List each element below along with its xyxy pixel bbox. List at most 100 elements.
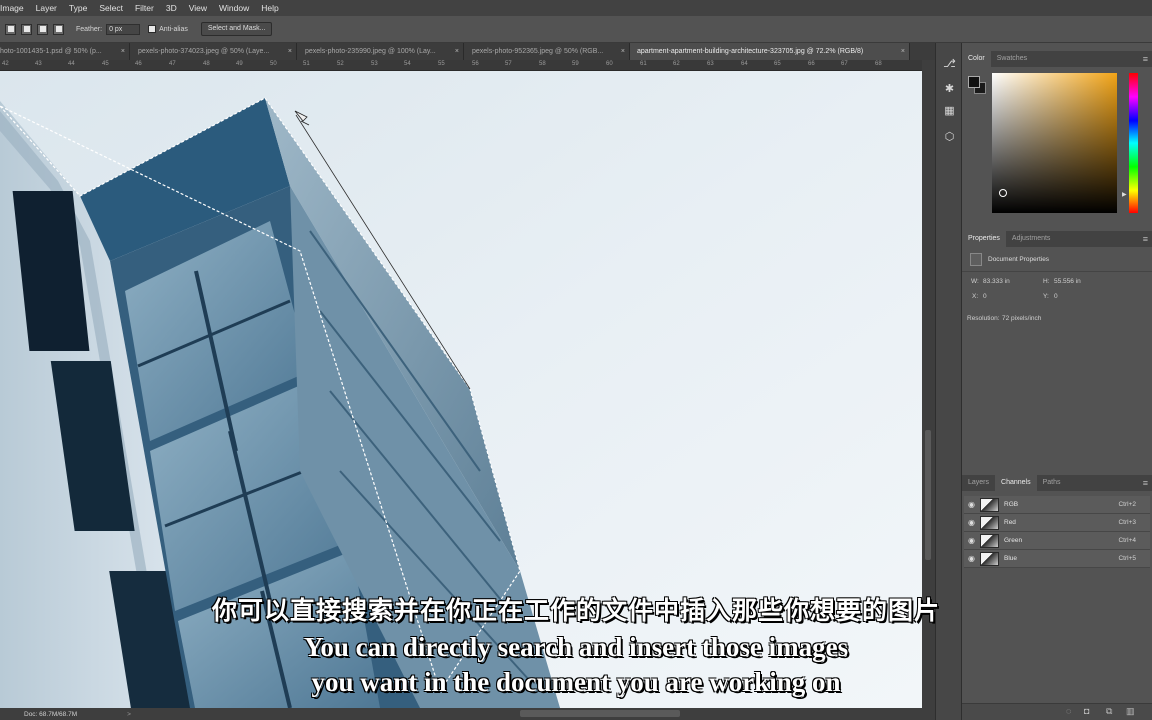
properties-icon[interactable]: ✱: [943, 83, 956, 96]
add-to-selection-icon[interactable]: [21, 23, 32, 35]
eye-icon[interactable]: ◉: [968, 500, 975, 509]
close-icon[interactable]: ×: [455, 43, 459, 60]
tab-channels[interactable]: Channels: [995, 475, 1037, 491]
tab-swatches[interactable]: Swatches: [991, 51, 1033, 67]
panel-menu-icon[interactable]: ≡: [1143, 54, 1148, 64]
tab-document-active[interactable]: apartment-apartment-building-architectur…: [630, 43, 910, 60]
menu-bar: Image Layer Type Select Filter 3D View W…: [0, 0, 1152, 16]
ruler-tick-label: 58: [539, 61, 546, 67]
resolution-value[interactable]: 72 pixels/inch: [1002, 315, 1041, 322]
height-value[interactable]: 55.556 in: [1054, 278, 1081, 285]
ruler-tick-label: 59: [572, 61, 579, 67]
tab-document-1[interactable]: hoto-1001435-1.psd @ 50% (p... ×: [0, 43, 130, 60]
load-selection-icon[interactable]: ◌: [1066, 707, 1075, 716]
color-picker-field[interactable]: [992, 73, 1117, 213]
menu-view[interactable]: View: [189, 3, 207, 13]
menu-window[interactable]: Window: [219, 3, 249, 13]
width-label: W:: [971, 278, 979, 285]
anti-alias-checkbox[interactable]: [148, 25, 157, 33]
tab-paths[interactable]: Paths: [1037, 475, 1067, 491]
history-icon[interactable]: ⎇: [943, 58, 956, 71]
channel-shortcut: Ctrl+2: [1118, 501, 1136, 508]
ruler-tick-label: 61: [640, 61, 647, 67]
doc-size-text: Doc: 68.7M/68.7M: [24, 710, 78, 718]
tab-document-4[interactable]: pexels-photo-952365.jpeg @ 50% (RGB... ×: [464, 43, 630, 60]
tab-document-2[interactable]: pexels-photo-374023.jpeg @ 50% (Laye... ×: [130, 43, 297, 60]
trash-icon[interactable]: ▥: [1126, 707, 1135, 716]
menu-filter[interactable]: Filter: [135, 3, 154, 13]
channels-list: ◉ RGB Ctrl+2 ◉ Red Ctrl+3 ◉ Green Ctrl+4 ◉ Blue…: [964, 496, 1150, 568]
panel-menu-icon[interactable]: ≡: [1143, 478, 1148, 488]
vertical-scrollbar[interactable]: [922, 60, 935, 708]
tab-label: pexels-photo-952365.jpeg @ 50% (RGB...: [472, 48, 604, 55]
scroll-thumb[interactable]: [925, 430, 931, 560]
channel-row-rgb[interactable]: ◉ RGB Ctrl+2: [964, 496, 1150, 514]
foreground-color-swatch[interactable]: [968, 76, 980, 88]
options-bar: Feather: 0 px Anti-alias Select and Mask…: [0, 16, 1152, 43]
hue-slider[interactable]: [1129, 73, 1138, 213]
intersect-selection-icon[interactable]: [53, 23, 64, 35]
ruler-tick-label: 48: [203, 61, 210, 67]
ruler-tick-label: 44: [68, 61, 75, 67]
color-cursor[interactable]: [999, 189, 1007, 197]
menu-layer[interactable]: Layer: [36, 3, 57, 13]
ruler-tick-label: 51: [303, 61, 310, 67]
tab-color[interactable]: Color: [962, 51, 991, 67]
ruler-tick-label: 49: [236, 61, 243, 67]
menu-select[interactable]: Select: [99, 3, 123, 13]
ruler-tick-label: 46: [135, 61, 142, 67]
ruler-tick-label: 62: [673, 61, 680, 67]
anti-alias-label: Anti-alias: [159, 25, 188, 33]
ruler-tick-label: 68: [875, 61, 882, 67]
tab-label: pexels-photo-374023.jpeg @ 50% (Laye...: [138, 48, 270, 55]
new-selection-icon[interactable]: [5, 23, 16, 35]
right-panels: Color Swatches ≡ ▶ Properties Adjustment…: [962, 43, 1152, 720]
subtract-from-selection-icon[interactable]: [37, 23, 48, 35]
menu-image[interactable]: Image: [0, 3, 24, 13]
close-icon[interactable]: ×: [901, 43, 905, 60]
menu-3d[interactable]: 3D: [166, 3, 177, 13]
feather-input[interactable]: 0 px: [106, 23, 141, 35]
close-icon[interactable]: ×: [621, 43, 625, 60]
panel-menu-icon[interactable]: ≡: [1143, 234, 1148, 244]
ruler-tick-label: 53: [371, 61, 378, 67]
document-canvas[interactable]: [0, 71, 922, 708]
channel-name: Red: [1004, 519, 1016, 526]
ruler-tick-label: 43: [35, 61, 42, 67]
channel-shortcut: Ctrl+5: [1118, 555, 1136, 562]
menu-type[interactable]: Type: [69, 3, 87, 13]
color-panel-header: Color Swatches ≡: [962, 51, 1152, 67]
eye-icon[interactable]: ◉: [968, 536, 975, 545]
tab-label: pexels-photo-235990.jpeg @ 100% (Lay...: [305, 48, 436, 55]
width-value[interactable]: 83.333 in: [983, 278, 1010, 285]
y-value[interactable]: 0: [1054, 293, 1058, 300]
channel-row-green[interactable]: ◉ Green Ctrl+4: [964, 532, 1150, 550]
x-value[interactable]: 0: [983, 293, 987, 300]
eye-icon[interactable]: ◉: [968, 518, 975, 527]
ruler-tick-label: 57: [505, 61, 512, 67]
3d-cube-icon[interactable]: ⬡: [943, 131, 956, 144]
channel-shortcut: Ctrl+3: [1118, 519, 1136, 526]
channel-row-blue[interactable]: ◉ Blue Ctrl+5: [964, 550, 1150, 568]
close-icon[interactable]: ×: [121, 43, 125, 60]
save-selection-icon[interactable]: ◘: [1084, 707, 1093, 716]
tab-layers[interactable]: Layers: [962, 475, 995, 491]
channels-footer: ◌ ◘ ⧉ ▥: [962, 703, 1152, 720]
tab-document-3[interactable]: pexels-photo-235990.jpeg @ 100% (Lay... ×: [297, 43, 464, 60]
horizontal-scroll-thumb[interactable]: [520, 710, 680, 717]
status-menu-arrow[interactable]: >: [127, 711, 131, 718]
eye-icon[interactable]: ◉: [968, 554, 975, 563]
menu-help[interactable]: Help: [261, 3, 278, 13]
tab-adjustments[interactable]: Adjustments: [1006, 231, 1057, 247]
tab-properties[interactable]: Properties: [962, 231, 1006, 247]
channel-row-red[interactable]: ◉ Red Ctrl+3: [964, 514, 1150, 532]
new-channel-icon[interactable]: ⧉: [1106, 707, 1115, 716]
ruler-tick-label: 63: [707, 61, 714, 67]
close-icon[interactable]: ×: [288, 43, 292, 60]
divider: [962, 271, 1152, 272]
brush-settings-icon[interactable]: ▦: [943, 105, 956, 118]
hue-slider-arrow-icon[interactable]: ▶: [1122, 191, 1127, 198]
ruler-tick-label: 65: [774, 61, 781, 67]
ruler-tick-label: 66: [808, 61, 815, 67]
select-and-mask-button[interactable]: Select and Mask...: [200, 22, 273, 36]
